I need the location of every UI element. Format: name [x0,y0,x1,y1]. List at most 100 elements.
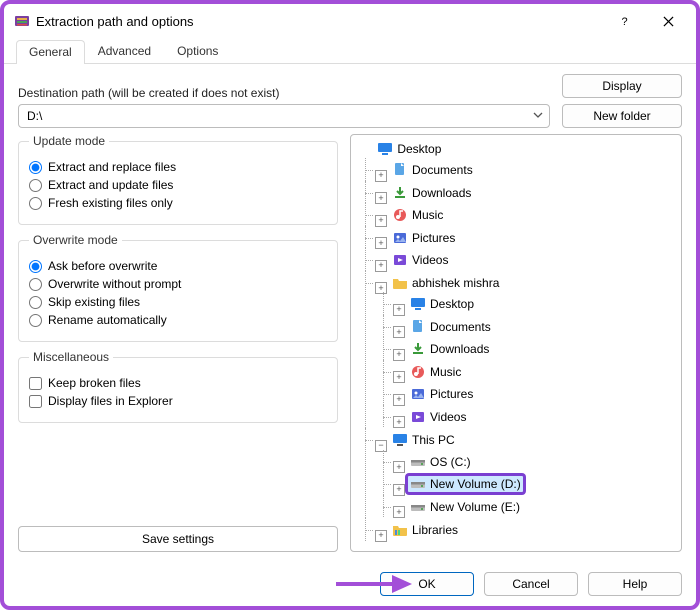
drive-icon [410,476,426,492]
svg-text:?: ? [621,16,627,27]
expander-icon[interactable]: + [375,237,387,249]
expander-icon[interactable]: + [375,530,387,542]
help-button[interactable]: Help [588,572,682,596]
expander-icon[interactable]: + [375,215,387,227]
desktop-icon [410,296,426,312]
tree-item-desktop-root[interactable]: Desktop [374,140,444,158]
tree-item-downloads[interactable]: Downloads [389,184,474,202]
close-titlebar-button[interactable] [646,8,690,34]
expander-icon[interactable]: + [393,416,405,428]
drive-icon [410,454,426,470]
radio-rename[interactable] [29,314,42,327]
chevron-down-icon[interactable] [531,109,545,123]
tab-advanced[interactable]: Advanced [85,39,164,63]
downloads-icon [410,341,426,357]
pictures-icon [392,230,408,246]
overwrite-mode-group: Overwrite mode Ask before overwrite Over… [18,233,338,342]
label-fresh: Fresh existing files only [48,196,173,210]
expander-icon[interactable]: + [393,349,405,361]
destination-path-combo[interactable] [18,104,550,128]
tree-item-libraries[interactable]: Libraries [389,521,461,539]
destination-path-input[interactable] [25,108,531,124]
tree-label: Videos [412,253,448,267]
help-titlebar-button[interactable]: ? [602,8,646,34]
tree-label: Downloads [412,186,471,200]
expander-icon[interactable]: + [393,394,405,406]
music-icon [410,364,426,380]
tree-label: New Volume (D:) [430,477,521,491]
tree-item-os-c[interactable]: OS (C:) [407,453,474,471]
tree-label: Libraries [412,523,458,537]
tree-item-downloads-2[interactable]: Downloads [407,340,492,358]
update-mode-group: Update mode Extract and replace files Ex… [18,134,338,225]
pictures-icon [410,386,426,402]
desktop-icon [377,141,393,157]
tree-item-music-2[interactable]: Music [407,363,464,381]
display-button[interactable]: Display [562,74,682,98]
downloads-icon [392,185,408,201]
radio-ask[interactable] [29,260,42,273]
window-title: Extraction path and options [36,14,602,29]
expander-icon[interactable]: + [393,326,405,338]
expander-icon[interactable]: + [393,484,405,496]
destination-path-label: Destination path (will be created if doe… [18,86,550,100]
radio-extract-update[interactable] [29,179,42,192]
tree-label: Desktop [430,297,474,311]
radio-without[interactable] [29,278,42,291]
folder-icon [392,275,408,291]
tree-item-documents[interactable]: Documents [389,161,476,179]
tree-item-pictures-2[interactable]: Pictures [407,385,476,403]
tree-item-videos[interactable]: Videos [389,251,451,269]
tree-label: abhishek mishra [412,276,499,290]
folder-tree-scroll[interactable]: Desktop +Documents +Downloads +Music +Pi… [357,139,679,547]
expander-icon[interactable]: + [393,304,405,316]
cancel-button[interactable]: Cancel [484,572,578,596]
expander-icon[interactable]: + [393,461,405,473]
overwrite-mode-legend: Overwrite mode [29,233,122,247]
drive-icon [410,499,426,515]
save-settings-button[interactable]: Save settings [18,526,338,552]
expander-icon[interactable]: + [375,192,387,204]
expander-icon[interactable]: + [375,260,387,272]
expander-icon[interactable]: − [375,440,387,452]
label-display-explorer: Display files in Explorer [48,394,173,408]
radio-fresh[interactable] [29,197,42,210]
tree-item-videos-2[interactable]: Videos [407,408,469,426]
expander-icon[interactable]: + [375,282,387,294]
label-extract-update: Extract and update files [48,178,173,192]
tree-label: OS (C:) [430,455,471,469]
check-display-explorer[interactable] [29,395,42,408]
update-mode-legend: Update mode [29,134,109,148]
radio-skip[interactable] [29,296,42,309]
ok-button[interactable]: OK [380,572,474,596]
label-without: Overwrite without prompt [48,277,181,291]
tab-general[interactable]: General [16,40,85,64]
tree-item-user-folder[interactable]: abhishek mishra [389,274,502,292]
tree-item-music[interactable]: Music [389,206,446,224]
tree-item-new-volume-d[interactable]: New Volume (D:) [407,475,524,493]
tree-item-desktop[interactable]: Desktop [407,295,477,313]
label-keep-broken: Keep broken files [48,376,141,390]
expander-icon[interactable]: + [393,506,405,518]
tree-item-documents-2[interactable]: Documents [407,318,494,336]
tree-item-pictures[interactable]: Pictures [389,229,458,247]
tree-label: Pictures [430,387,473,401]
tree-label: This PC [412,433,455,447]
libraries-icon [392,522,408,538]
expander-icon[interactable]: + [375,170,387,182]
tab-options[interactable]: Options [164,39,231,63]
misc-group: Miscellaneous Keep broken files Display … [18,350,338,423]
new-folder-button[interactable]: New folder [562,104,682,128]
tree-item-this-pc[interactable]: This PC [389,431,458,449]
tree-item-new-volume-e[interactable]: New Volume (E:) [407,498,523,516]
music-icon [392,207,408,223]
expander-icon[interactable]: + [393,371,405,383]
misc-legend: Miscellaneous [29,350,113,364]
tree-label: Downloads [430,342,489,356]
check-keep-broken[interactable] [29,377,42,390]
tree-label: Pictures [412,231,455,245]
radio-extract-replace[interactable] [29,161,42,174]
label-extract-replace: Extract and replace files [48,160,176,174]
tree-label: New Volume (E:) [430,500,520,514]
tree-label: Music [430,365,461,379]
